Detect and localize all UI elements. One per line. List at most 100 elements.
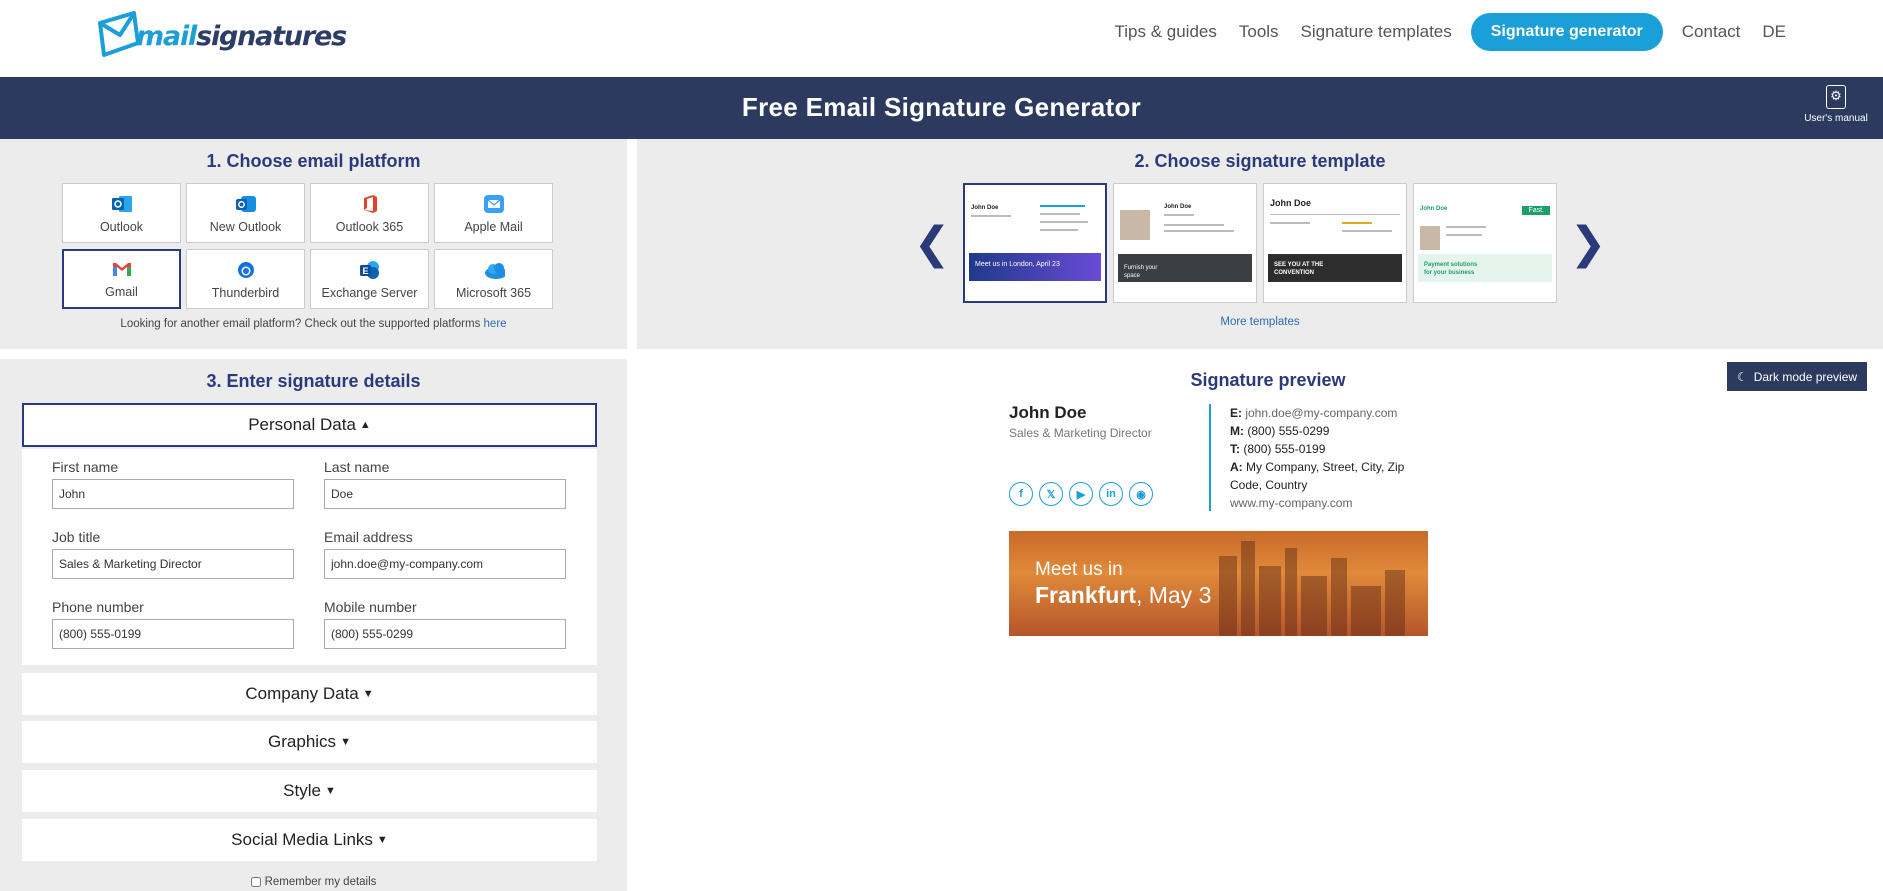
dark-mode-preview-button[interactable]: ☾ Dark mode preview: [1727, 362, 1867, 391]
linkedin-icon[interactable]: in: [1099, 482, 1123, 506]
remember-label: Remember my details: [264, 876, 377, 888]
nav-signature-templates[interactable]: Signature templates: [1290, 22, 1463, 42]
banner-building: [1219, 556, 1237, 636]
template-line: [1446, 234, 1482, 236]
banner-building: [1241, 541, 1255, 636]
page-title: Free Email Signature Generator: [741, 92, 1142, 122]
banner-city: Frankfurt: [1035, 582, 1136, 608]
moon-icon: ☾: [1736, 369, 1748, 384]
remember-checkbox[interactable]: [250, 877, 261, 887]
outlook-icon: [111, 194, 133, 214]
logo-text: mailsignatures: [136, 20, 347, 52]
template-line: [1164, 224, 1224, 226]
logo-mail: mail: [136, 20, 197, 52]
platform-label: Outlook 365: [335, 220, 404, 234]
job-title-input[interactable]: [52, 549, 294, 579]
company-data-label: Company Data: [245, 684, 359, 703]
platform-outlook[interactable]: Outlook: [62, 183, 181, 243]
nav-tools[interactable]: Tools: [1228, 22, 1290, 42]
facebook-icon[interactable]: f: [1009, 482, 1033, 506]
template-banner: Meet us in London, April 23: [969, 253, 1101, 281]
email-input[interactable]: [324, 549, 566, 579]
social-media-links-toggle[interactable]: Social Media Links ▼: [22, 819, 597, 861]
users-manual-button[interactable]: User's manual: [1803, 85, 1869, 124]
platform-panel: 1. Choose email platform Outlook New Out…: [0, 139, 627, 349]
users-manual-label: User's manual: [1804, 113, 1868, 124]
banner-line1: Meet us in: [1035, 559, 1123, 580]
platform-apple-mail[interactable]: Apple Mail: [434, 183, 553, 243]
phone-label: T:: [1230, 442, 1240, 456]
new-outlook-icon: [235, 194, 257, 214]
style-label: Style: [283, 781, 321, 800]
nav-tips-guides[interactable]: Tips & guides: [1103, 22, 1227, 42]
platform-thunderbird[interactable]: Thunderbird: [186, 249, 305, 309]
envelope-logo-icon: [98, 11, 140, 57]
last-name-label: Last name: [324, 459, 390, 475]
last-name-input[interactable]: [324, 479, 566, 509]
svg-text:E: E: [362, 266, 368, 276]
platform-exchange-server[interactable]: E Exchange Server: [310, 249, 429, 309]
job-title-field: Job title: [52, 529, 294, 579]
logo[interactable]: mailsignatures: [96, 10, 347, 58]
carousel-next-arrow-icon[interactable]: ❯: [1563, 218, 1613, 269]
phone-input[interactable]: [52, 619, 294, 649]
last-name-field: Last name: [324, 459, 566, 509]
platform-outlook-365[interactable]: Outlook 365: [310, 183, 429, 243]
template-name: John Doe: [1164, 204, 1192, 210]
signature-phone: (800) 555-0199: [1243, 442, 1326, 456]
template-1[interactable]: John Doe Meet us in London, April 23: [963, 183, 1107, 303]
social-media-links-label: Social Media Links: [231, 830, 373, 849]
template-line: [1040, 213, 1080, 215]
carousel-prev-arrow-icon[interactable]: ❮: [907, 218, 957, 269]
language-switch[interactable]: DE: [1751, 22, 1797, 42]
signature-contact-info: E: john.doe@my-company.com M: (800) 555-…: [1230, 404, 1430, 512]
signature-website[interactable]: www.my-company.com: [1230, 494, 1430, 512]
company-data-toggle[interactable]: Company Data ▼: [22, 673, 597, 715]
style-toggle[interactable]: Style ▼: [22, 770, 597, 812]
template-name: John Doe: [1270, 198, 1312, 208]
nav-signature-generator-button[interactable]: Signature generator: [1470, 13, 1663, 51]
caret-up-icon: ▲: [359, 419, 371, 431]
template-3[interactable]: John Doe SEE YOU AT THE CONVENTION: [1263, 183, 1407, 303]
platform-heading: 1. Choose email platform: [206, 151, 421, 171]
details-panel: 3. Enter signature details Personal Data…: [0, 359, 627, 891]
template-banner: Payment solutions for your business: [1418, 254, 1552, 282]
youtube-icon[interactable]: ▶: [1069, 482, 1093, 506]
platform-new-outlook[interactable]: New Outlook: [186, 183, 305, 243]
mobile-input[interactable]: [324, 619, 566, 649]
caret-down-icon: ▼: [324, 785, 336, 797]
x-icon[interactable]: 𝕏: [1039, 482, 1063, 506]
template-panel: 2. Choose signature template ❮ John Doe …: [637, 139, 1883, 349]
graphics-toggle[interactable]: Graphics ▼: [22, 721, 597, 763]
platform-gmail[interactable]: Gmail: [62, 249, 181, 309]
banner-line2: Frankfurt, May 3: [1035, 582, 1211, 609]
another-platform-text: Looking for another email platform? Chec…: [120, 318, 481, 330]
platform-microsoft-365[interactable]: Microsoft 365: [434, 249, 553, 309]
nav-contact[interactable]: Contact: [1671, 22, 1752, 42]
banner-date: , May 3: [1135, 582, 1212, 608]
signature-banner[interactable]: Meet us in Frankfurt, May 3: [1009, 531, 1428, 636]
template-photo: [1120, 210, 1150, 240]
mobile-field: Mobile number: [324, 599, 566, 649]
email-label: Email address: [324, 529, 413, 545]
template-2[interactable]: John Doe Furnish your space: [1113, 183, 1257, 303]
instagram-icon[interactable]: ◉: [1129, 482, 1153, 506]
caret-down-icon: ▼: [376, 834, 388, 846]
personal-data-toggle[interactable]: Personal Data ▲: [22, 403, 597, 447]
signature-phone-row: T: (800) 555-0199: [1230, 440, 1430, 458]
banner-building: [1301, 576, 1327, 636]
remember-details: Remember my details: [0, 876, 627, 888]
top-navigation: mailsignatures Tips & guides Tools Signa…: [0, 0, 1883, 77]
first-name-input[interactable]: [52, 479, 294, 509]
preview-heading: Signature preview: [1190, 370, 1346, 390]
signature-email[interactable]: john.doe@my-company.com: [1245, 406, 1397, 420]
supported-platforms-link[interactable]: here: [484, 318, 507, 330]
personal-data-label: Personal Data: [248, 415, 356, 434]
template-4[interactable]: John Doe Fast. Payment solutions for you…: [1413, 183, 1557, 303]
template-banner-text: Furnish your space: [1124, 265, 1158, 279]
signature-socials: f 𝕏 ▶ in ◉: [1009, 482, 1153, 506]
graphics-label: Graphics: [268, 732, 337, 751]
caret-down-icon: ▼: [340, 736, 351, 748]
platform-label: Thunderbird: [211, 286, 280, 300]
more-templates-link[interactable]: More templates: [637, 316, 1883, 328]
